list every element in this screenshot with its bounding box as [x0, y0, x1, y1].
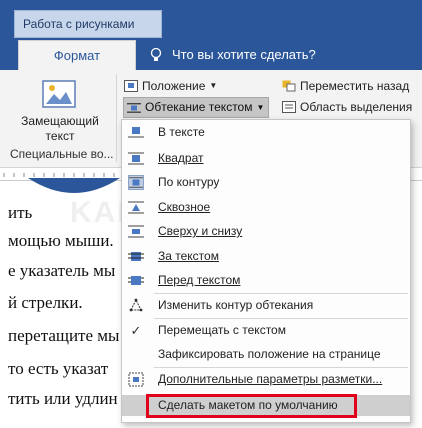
wrap-text-button[interactable]: Обтекание текстом ▼ [123, 97, 269, 118]
menu-item-label: В тексте [158, 125, 205, 139]
doc-text-line: ить [8, 203, 33, 222]
send-backward-button[interactable]: Переместить назад [282, 76, 409, 96]
wrap-text-label: Обтекание текстом [145, 100, 253, 114]
menu-item-label: Сквозное [158, 200, 211, 214]
alt-text-button[interactable]: Замещающий текст [10, 114, 110, 144]
position-label: Положение [142, 79, 206, 93]
menu-item-label: Изменить контур обтекания [158, 298, 314, 312]
tell-me-search[interactable]: Что вы хотите сделать? [148, 40, 316, 70]
menu-item-behind-text[interactable]: За текстом [122, 246, 410, 267]
tab-format[interactable]: Формат [18, 40, 136, 70]
menu-item-fix-position[interactable]: Зафиксировать положение на странице [122, 344, 410, 365]
alt-text-label-line1: Замещающий [21, 114, 99, 128]
menu-item-label: Квадрат [158, 151, 204, 165]
selection-pane-button[interactable]: Область выделения [282, 97, 412, 117]
menu-item-label: По контуру [158, 175, 220, 189]
wrap-tight-icon [128, 175, 144, 190]
menu-item-through[interactable]: Сквозное [122, 197, 410, 218]
red-highlight-annotation [146, 394, 357, 418]
doc-text-line: мощью мыши. [8, 231, 114, 250]
checkmark-icon: ✓ [130, 323, 142, 338]
menu-divider [154, 318, 408, 319]
doc-text-line: е указатель мы [8, 261, 116, 280]
lightbulb-icon [150, 47, 162, 61]
position-button[interactable]: Положение ▼ [124, 76, 217, 96]
layout-options-icon [128, 372, 144, 387]
position-icon [124, 80, 138, 92]
doc-text-line: й стрелки. [8, 293, 83, 312]
wrap-through-icon [128, 201, 144, 214]
menu-item-top-bottom[interactable]: Сверху и снизу [122, 221, 410, 242]
wrap-top-bottom-icon [128, 225, 144, 238]
menu-item-inline[interactable]: В тексте [122, 122, 410, 143]
menu-item-label: Перемещать с текстом [158, 323, 286, 337]
menu-item-label: Зафиксировать положение на странице [158, 347, 381, 361]
doc-text-line: то есть указат [8, 359, 109, 378]
tell-me-label: Что вы хотите сделать? [172, 47, 316, 62]
selection-pane-icon [282, 101, 296, 113]
menu-item-label: Сверху и снизу [158, 224, 243, 238]
inline-with-text-icon [128, 127, 144, 138]
alt-text-label-line2: текст [45, 129, 75, 143]
chevron-down-icon: ▼ [256, 103, 265, 112]
send-backward-icon [282, 80, 296, 92]
wrap-text-icon [127, 102, 141, 113]
menu-item-more-layout-options[interactable]: Дополнительные параметры разметки... [122, 369, 410, 390]
menu-item-square[interactable]: Квадрат [122, 148, 410, 169]
edit-wrap-points-icon [129, 298, 143, 312]
wrap-square-icon [128, 152, 144, 165]
send-backward-label: Переместить назад [300, 79, 410, 93]
picture-placeholder-icon[interactable] [42, 80, 76, 108]
doc-text-line: перетащите мы [8, 326, 120, 345]
menu-item-move-with-text[interactable]: ✓ Перемещать с текстом [122, 320, 410, 341]
doc-text-line: тить или удлин [8, 389, 118, 408]
wrap-text-menu: В тексте Квадрат По контуру Сквозное Све… [121, 119, 411, 423]
menu-item-tight[interactable]: По контуру [122, 172, 410, 193]
group-separator [116, 74, 117, 162]
context-tab-picture-tools[interactable]: Работа с рисунками [14, 10, 162, 38]
behind-text-icon [128, 252, 144, 261]
chevron-down-icon: ▼ [209, 81, 218, 90]
group-label-accessibility: Специальные во... [10, 147, 114, 161]
menu-divider [154, 367, 408, 368]
selection-pane-label: Область выделения [300, 100, 413, 114]
in-front-of-text-icon [128, 276, 144, 285]
menu-item-in-front[interactable]: Перед текстом [122, 270, 410, 291]
menu-item-label: Дополнительные параметры разметки... [158, 372, 383, 386]
menu-item-label: Перед текстом [158, 273, 241, 287]
menu-item-label: За текстом [158, 249, 219, 263]
menu-divider [154, 293, 408, 294]
menu-item-edit-wrap-points[interactable]: Изменить контур обтекания [122, 295, 410, 316]
